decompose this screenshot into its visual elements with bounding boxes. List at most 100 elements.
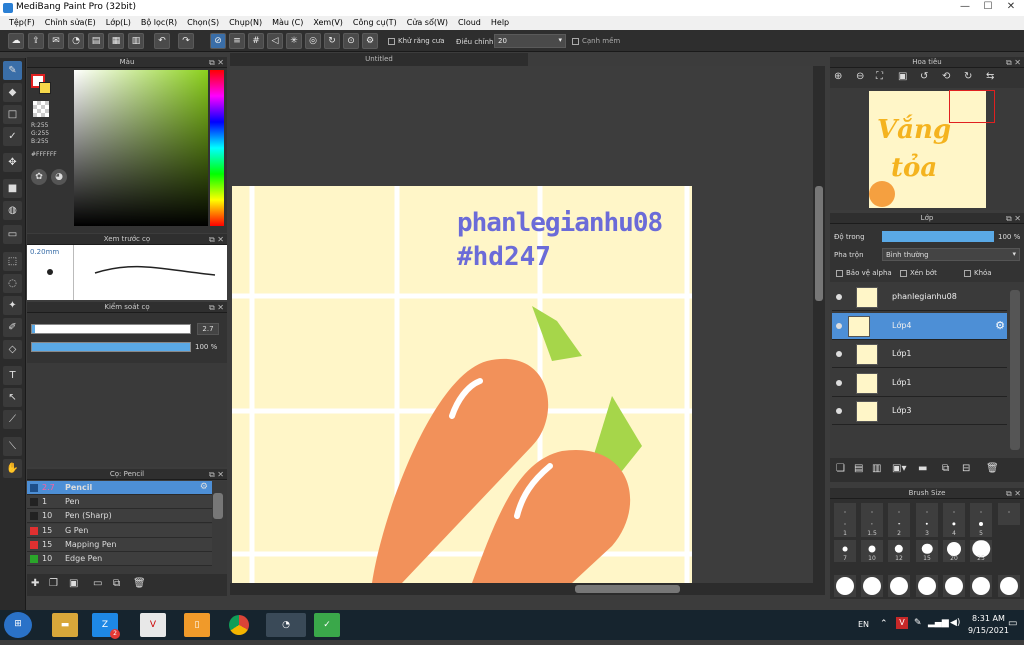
tray-app-icon[interactable]: ✎ xyxy=(914,618,922,628)
menu-select[interactable]: Chọn(S) xyxy=(182,16,224,30)
zoom-in-icon[interactable]: ⊕ xyxy=(834,71,842,82)
clipping-option[interactable]: Xén bớt xyxy=(900,269,937,277)
minimize-button[interactable]: — xyxy=(954,0,976,14)
brush-size-slider[interactable] xyxy=(31,324,191,334)
menu-help[interactable]: Help xyxy=(486,16,514,30)
antialias-checkbox[interactable] xyxy=(388,37,395,45)
brush-size-cell[interactable] xyxy=(861,575,883,597)
close-icon[interactable]: ⧉ ✕ xyxy=(209,234,224,245)
duplicate-layer-icon[interactable]: ⧉ xyxy=(942,463,949,474)
clip-app-icon[interactable]: ✓ xyxy=(314,613,340,637)
hue-slider[interactable] xyxy=(210,70,224,226)
brush-size-cell[interactable]: 5 xyxy=(970,515,992,537)
zoom-out-icon[interactable]: ⊖ xyxy=(856,71,864,82)
soft-edge-checkbox[interactable] xyxy=(572,37,579,45)
adjust-select[interactable]: 20 ▾ xyxy=(494,34,566,48)
comment-icon[interactable]: ✉ xyxy=(48,33,64,49)
check-tool-icon[interactable]: ✓ xyxy=(3,127,22,146)
layer-row[interactable]: Lớp1 xyxy=(832,341,1007,368)
cloud-icon[interactable]: ☁ xyxy=(8,33,24,49)
close-icon[interactable]: ⧉ ✕ xyxy=(209,469,224,480)
brush-size-cell[interactable]: 2 xyxy=(888,515,910,537)
magic-wand-tool-icon[interactable]: ✦ xyxy=(3,296,22,315)
new-halftone-layer-icon[interactable]: ▤ xyxy=(854,463,863,474)
brush-item[interactable]: 10 Edge Pen xyxy=(27,552,212,566)
gradient-tool-icon[interactable]: ▭ xyxy=(3,225,22,244)
brush-size-cell[interactable]: 1 xyxy=(834,515,856,537)
brush-size-cell[interactable] xyxy=(998,575,1020,597)
vertical-scrollbar[interactable] xyxy=(813,66,825,583)
clipping-checkbox[interactable] xyxy=(900,269,907,277)
layout-icon[interactable]: ▦ xyxy=(108,33,124,49)
brush-size-cell[interactable] xyxy=(970,575,992,597)
close-icon[interactable]: ⧉ ✕ xyxy=(1006,488,1021,499)
color-wheel-icon[interactable]: ◕ xyxy=(51,169,67,185)
circle-snap-icon[interactable]: ◎ xyxy=(305,33,321,49)
trash-icon[interactable]: 🗑 xyxy=(133,578,146,589)
layer-list-scrollbar[interactable] xyxy=(1010,290,1020,450)
brush-size-cell[interactable] xyxy=(916,575,938,597)
select-pen-tool-icon[interactable]: ✐ xyxy=(3,318,22,337)
brush-size-cell[interactable]: 25 xyxy=(970,540,992,562)
brush-opacity-slider[interactable] xyxy=(31,342,191,352)
cross-snap-icon[interactable]: # xyxy=(248,33,264,49)
flip-icon[interactable]: ⇆ xyxy=(986,71,994,82)
brush-size-cell[interactable] xyxy=(943,575,965,597)
snap-off-icon[interactable]: ⊘ xyxy=(210,33,226,49)
lock-checkbox[interactable] xyxy=(964,269,971,277)
protect-alpha-option[interactable]: Bảo vệ alpha xyxy=(836,269,892,277)
brush-size-cell[interactable] xyxy=(888,575,910,597)
notification-icon[interactable]: ▭ xyxy=(1008,618,1017,629)
v-scroll-thumb[interactable] xyxy=(815,186,823,301)
h-scroll-thumb[interactable] xyxy=(575,585,680,593)
menu-cloud[interactable]: Cloud xyxy=(453,16,486,30)
share-icon[interactable]: ◔ xyxy=(68,33,84,49)
reset-rotation-icon[interactable]: ⟲ xyxy=(942,71,950,82)
brush-size-cell[interactable] xyxy=(998,503,1020,525)
layer-row[interactable]: phanlegianhu08 xyxy=(832,284,1007,311)
brush-tool-icon[interactable]: ✎ xyxy=(3,61,22,80)
dot-tool-icon[interactable]: □ xyxy=(3,105,22,124)
background-color-swatch[interactable] xyxy=(39,82,51,94)
file-explorer-icon[interactable]: ▬ xyxy=(52,613,78,637)
clock-time[interactable]: 8:31 AM xyxy=(972,614,1005,623)
brush-size-cell[interactable]: 3 xyxy=(916,515,938,537)
brush-list-scrollbar[interactable] xyxy=(213,493,223,519)
brush-size-cell[interactable]: 20 xyxy=(943,540,965,562)
brush-settings-gear-icon[interactable]: ⚙ xyxy=(200,482,208,492)
brush-item[interactable]: 2.7 Pencil ⚙ xyxy=(27,481,212,495)
brush-item[interactable]: 15 G Pen xyxy=(27,523,212,538)
wifi-icon[interactable]: ▂▄▆ xyxy=(928,618,949,628)
close-icon[interactable]: ⧉ ✕ xyxy=(1006,57,1021,68)
close-button[interactable]: ✕ xyxy=(1000,0,1022,14)
fill-rect-tool-icon[interactable]: ■ xyxy=(3,179,22,198)
brush-size-cell[interactable]: 15 xyxy=(916,540,938,562)
layer-row[interactable]: Lớp1 xyxy=(832,369,1007,397)
antialias-option[interactable]: Khử răng cưa xyxy=(388,37,445,45)
brush-item[interactable]: 1 Pen xyxy=(27,495,212,510)
redo-icon[interactable]: ↷ xyxy=(178,33,194,49)
start-button[interactable]: ⊞ xyxy=(4,612,32,638)
eraser-tool-icon[interactable]: ◆ xyxy=(3,83,22,102)
settings-gear-icon[interactable]: ⚙ xyxy=(362,33,378,49)
unikey-icon[interactable]: V xyxy=(140,613,166,637)
grid-icon[interactable]: ▥ xyxy=(128,33,144,49)
brush-size-value[interactable]: 2.7 xyxy=(197,323,219,335)
upload-icon[interactable]: ⇪ xyxy=(28,33,44,49)
chrome-icon[interactable] xyxy=(226,613,252,637)
zalo-icon[interactable]: Z2 xyxy=(92,613,120,639)
bucket-tool-icon[interactable]: ◍ xyxy=(3,201,22,220)
menu-view[interactable]: Xem(V) xyxy=(308,16,348,30)
copy-brush-icon[interactable]: ❐ xyxy=(49,578,58,589)
brush-size-cell[interactable]: 12 xyxy=(888,540,910,562)
layer-row[interactable]: Lớp3 xyxy=(832,398,1007,425)
hand-tool-icon[interactable]: ✋ xyxy=(3,459,22,478)
notes-app-icon[interactable]: ▯ xyxy=(184,613,210,637)
clock-date[interactable]: 9/15/2021 xyxy=(968,626,1009,635)
menu-edit[interactable]: Chỉnh sửa(E) xyxy=(40,16,101,30)
curve-snap-icon[interactable]: ↻ xyxy=(324,33,340,49)
transparent-swatch[interactable] xyxy=(33,101,49,117)
operation-tool-icon[interactable]: ↖ xyxy=(3,388,22,407)
close-icon[interactable]: ⧉ ✕ xyxy=(209,57,224,68)
navigator-viewport-rect[interactable] xyxy=(949,90,995,123)
